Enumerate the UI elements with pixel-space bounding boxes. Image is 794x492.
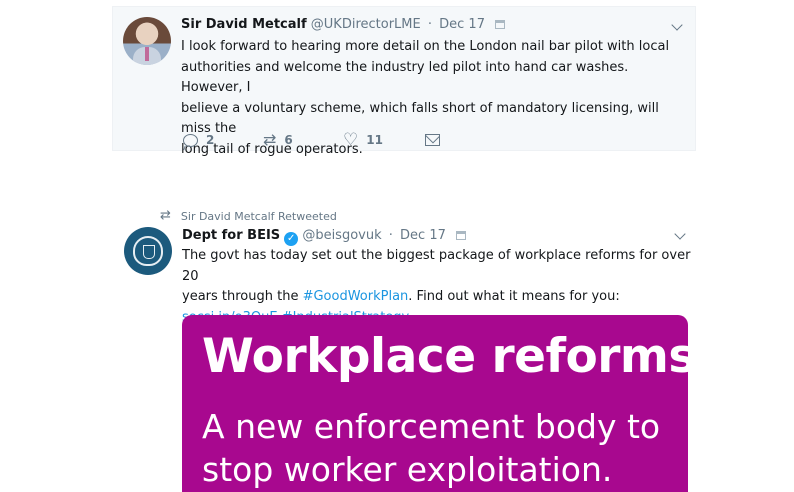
retweet-count: 6 bbox=[284, 133, 293, 147]
reply-icon bbox=[183, 133, 198, 147]
retweet-icon: ⇄ bbox=[160, 208, 171, 223]
media-title: Workplace reforms: bbox=[202, 329, 688, 384]
author-handle[interactable]: @beisgovuk bbox=[302, 228, 381, 243]
separator: · bbox=[388, 228, 393, 243]
separator: · bbox=[427, 17, 432, 32]
tweet-card[interactable]: Sir David Metcalf @UKDirectorLME · Dec 1… bbox=[112, 6, 696, 157]
calendar-icon bbox=[495, 20, 506, 29]
hashtag-link[interactable]: #GoodWorkPlan bbox=[303, 289, 409, 304]
author-avatar[interactable] bbox=[124, 227, 172, 275]
chevron-down-icon[interactable] bbox=[671, 19, 683, 31]
tweet-header: Sir David Metcalf @UKDirectorLME · Dec 1… bbox=[181, 17, 506, 33]
like-icon: ♡ bbox=[343, 130, 359, 150]
chevron-down-icon[interactable] bbox=[674, 228, 686, 240]
tweet-header: Dept for BEIS ✓ @beisgovuk · Dec 17 bbox=[182, 228, 467, 246]
crest-icon bbox=[133, 236, 163, 266]
text-segment: years through the bbox=[182, 289, 303, 304]
verified-badge-icon: ✓ bbox=[284, 232, 299, 246]
direct-message-icon bbox=[425, 134, 440, 146]
media-subtitle-line: stop worker exploitation. bbox=[202, 450, 613, 489]
text-segment: . Find out what it means for you: bbox=[408, 289, 620, 304]
tweet-text-line: I look forward to hearing more detail on… bbox=[181, 39, 670, 54]
tweet-text-line: The govt has today set out the biggest p… bbox=[182, 248, 691, 284]
retweet-icon: ⇄ bbox=[263, 130, 277, 149]
author-handle[interactable]: @UKDirectorLME bbox=[311, 17, 421, 32]
calendar-icon bbox=[456, 231, 467, 240]
reply-count: 2 bbox=[206, 133, 215, 147]
like-button[interactable]: ♡ 11 bbox=[343, 131, 383, 149]
like-count: 11 bbox=[366, 133, 383, 147]
media-subtitle: A new enforcement body to stop worker ex… bbox=[202, 405, 660, 491]
tweet-date[interactable]: Dec 17 bbox=[439, 17, 485, 32]
author-name[interactable]: Sir David Metcalf bbox=[181, 17, 307, 32]
media-subtitle-line: A new enforcement body to bbox=[202, 407, 661, 446]
direct-message-button[interactable] bbox=[425, 131, 440, 149]
retweet-button[interactable]: ⇄ 6 bbox=[263, 131, 293, 149]
author-name[interactable]: Dept for BEIS bbox=[182, 228, 280, 243]
avatar-tie bbox=[145, 47, 149, 61]
retweet-banner-text: Sir David Metcalf Retweeted bbox=[180, 209, 337, 223]
reply-button[interactable]: 2 bbox=[183, 131, 214, 149]
tweet-media-image[interactable]: Workplace reforms: A new enforcement bod… bbox=[182, 315, 688, 492]
tweet-text-line: years through the #GoodWorkPlan. Find ou… bbox=[182, 287, 702, 308]
tweet-text-line: authorities and welcome the industry led… bbox=[181, 59, 629, 96]
retweet-banner[interactable]: ⇄ Sir David Metcalf Retweeted bbox=[160, 208, 337, 224]
author-avatar[interactable] bbox=[123, 17, 171, 65]
tweet-date[interactable]: Dec 17 bbox=[400, 228, 446, 243]
